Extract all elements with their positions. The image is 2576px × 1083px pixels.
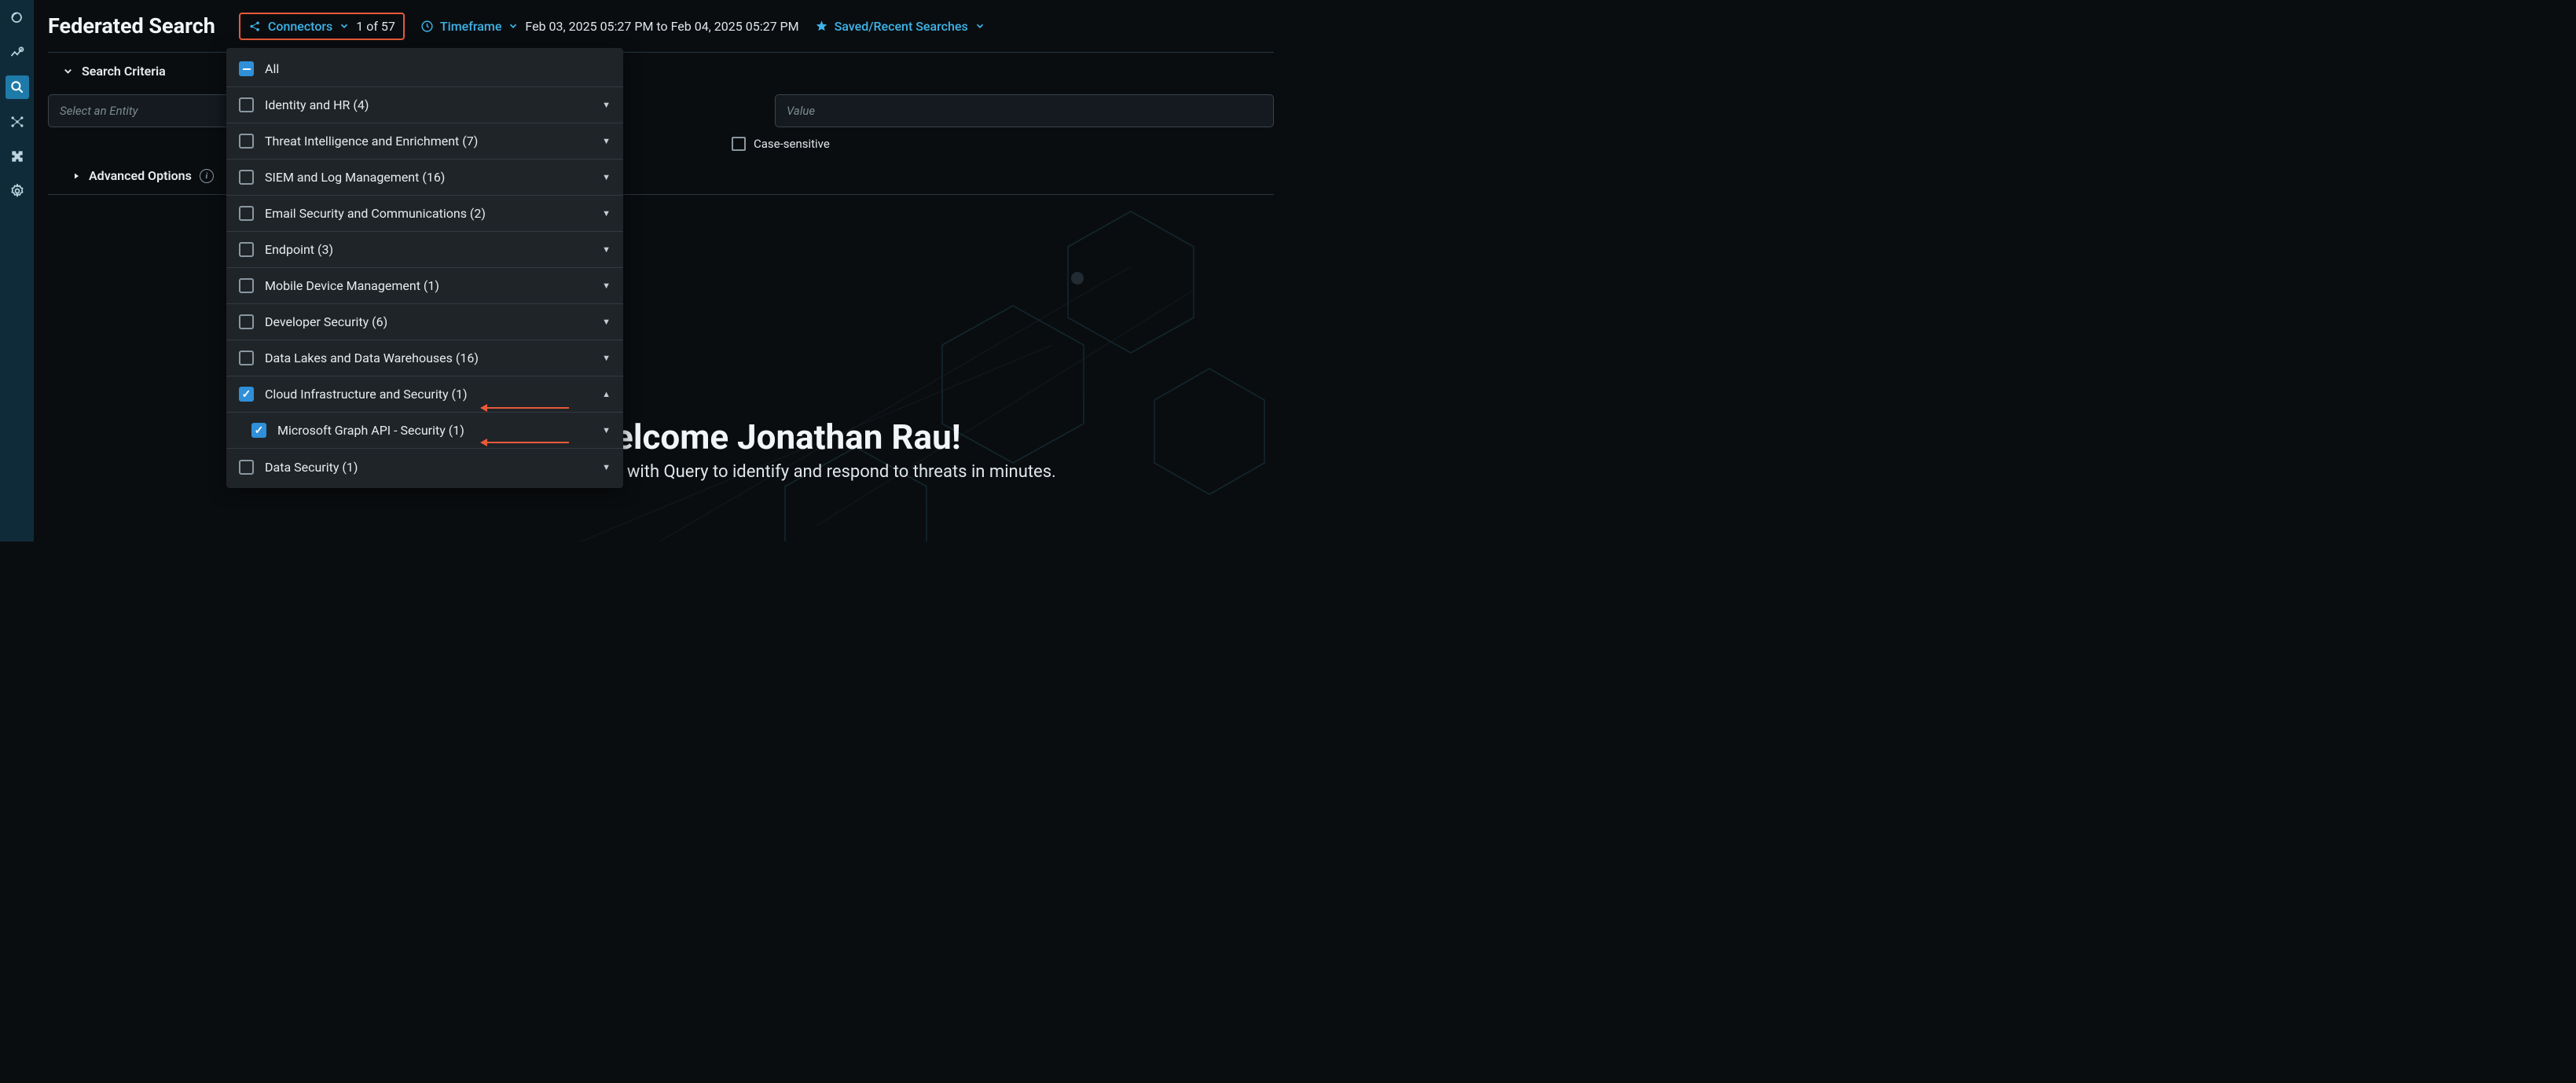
analytics-icon [9,45,25,61]
caret-up-icon: ▲ [602,389,611,399]
checkbox[interactable] [239,97,254,112]
info-icon: i [200,169,214,183]
dropdown-all-row[interactable]: All [226,51,623,87]
dropdown-item-label: Data Lakes and Data Warehouses (16) [265,351,479,365]
annotation-arrow-1 [483,407,569,409]
chevron-down-icon [62,65,74,77]
checkbox[interactable] [251,423,266,438]
connectors-count: 1 of 57 [356,19,395,34]
caret-down-icon: ▼ [602,244,611,255]
checkbox[interactable] [239,278,254,293]
gear-icon [9,183,25,199]
dropdown-item-label: Cloud Infrastructure and Security (1) [265,387,468,402]
caret-down-icon: ▼ [602,317,611,327]
dropdown-row[interactable]: Developer Security (6) ▼ [226,304,623,340]
sidebar-integrations[interactable] [6,145,29,168]
checkbox[interactable] [239,242,254,257]
criteria-label: Search Criteria [82,64,166,79]
dropdown-item-label: Data Security (1) [265,460,358,475]
caret-down-icon: ▼ [602,208,611,218]
dropdown-item-label: Identity and HR (4) [265,97,369,112]
connectors-dropdown-trigger[interactable]: Connectors 1 of 57 [239,13,405,40]
chevron-down-icon [508,20,519,31]
checkbox[interactable] [239,351,254,365]
sidebar-search[interactable] [6,75,29,99]
dropdown-item-label: SIEM and Log Management (16) [265,170,445,185]
case-label: Case-sensitive [754,137,830,151]
share-icon [248,20,262,33]
timeframe-control[interactable]: Timeframe Feb 03, 2025 05:27 PM to Feb 0… [420,19,799,34]
connectors-dropdown: All Identity and HR (4)▼Threat Intellige… [226,48,623,488]
case-sensitive-checkbox[interactable] [732,137,746,151]
dropdown-item-label: Email Security and Communications (2) [265,206,486,221]
clock-icon [420,20,434,33]
caret-down-icon: ▼ [602,353,611,363]
dropdown-item-label: Threat Intelligence and Enrichment (7) [265,134,478,149]
dropdown-row[interactable]: Identity and HR (4) ▼ [226,87,623,123]
dropdown-row[interactable]: Endpoint (3) ▼ [226,232,623,268]
connectors-label: Connectors [268,19,332,34]
timeframe-label: Timeframe [440,19,502,34]
checkbox[interactable] [239,460,254,475]
dropdown-row[interactable]: Data Security (1) ▼ [226,449,623,485]
chevron-down-icon [974,20,985,31]
dropdown-item-label: Microsoft Graph API - Security (1) [277,423,464,438]
graph-icon [9,114,25,130]
dropdown-row[interactable]: Mobile Device Management (1) ▼ [226,268,623,304]
checkbox[interactable] [239,314,254,329]
caret-down-icon: ▼ [602,281,611,291]
caret-down-icon: ▼ [602,136,611,146]
chevron-down-icon [339,20,350,31]
all-label: All [265,61,279,76]
value-placeholder: Value [787,104,815,118]
checkbox-indeterminate[interactable] [239,61,254,76]
dropdown-row[interactable]: Data Lakes and Data Warehouses (16) ▼ [226,340,623,376]
saved-searches-control[interactable]: Saved/Recent Searches [815,19,985,34]
caret-down-icon: ▼ [602,172,611,182]
sidebar-graph[interactable] [6,110,29,134]
caret-down-icon: ▼ [602,462,611,472]
caret-right-icon [72,171,81,181]
sidebar-analytics[interactable] [6,41,29,64]
checkbox[interactable] [239,134,254,149]
dropdown-item-label: Endpoint (3) [265,242,333,257]
header-row: Federated Search Connectors 1 of 57 Time… [48,0,1274,52]
checkbox[interactable] [239,387,254,402]
puzzle-icon [9,149,25,164]
logo-icon [9,10,25,26]
checkbox[interactable] [239,170,254,185]
search-icon [9,79,25,95]
left-sidebar [0,0,34,542]
advanced-label: Advanced Options [89,168,192,183]
sidebar-settings[interactable] [6,179,29,203]
saved-label: Saved/Recent Searches [835,19,968,34]
value-input[interactable]: Value [775,94,1274,127]
dropdown-row[interactable]: Microsoft Graph API - Security (1) ▼ [226,413,623,449]
dropdown-item-label: Mobile Device Management (1) [265,278,439,293]
timeframe-value: Feb 03, 2025 05:27 PM to Feb 04, 2025 05… [525,19,798,34]
sidebar-logo[interactable] [6,6,29,30]
dropdown-row[interactable]: SIEM and Log Management (16) ▼ [226,160,623,196]
star-icon [815,20,828,33]
checkbox[interactable] [239,206,254,221]
case-sensitive-row[interactable]: Case-sensitive [732,137,1274,151]
dropdown-row[interactable]: Email Security and Communications (2) ▼ [226,196,623,232]
page-title: Federated Search [48,13,215,39]
main-content: Federated Search Connectors 1 of 57 Time… [34,0,1288,542]
caret-down-icon: ▼ [602,100,611,110]
annotation-arrow-2 [483,442,569,443]
dropdown-item-label: Developer Security (6) [265,314,387,329]
dropdown-row[interactable]: Threat Intelligence and Enrichment (7) ▼ [226,123,623,160]
entity-placeholder: Select an Entity [60,104,138,118]
caret-down-icon: ▼ [602,425,611,435]
